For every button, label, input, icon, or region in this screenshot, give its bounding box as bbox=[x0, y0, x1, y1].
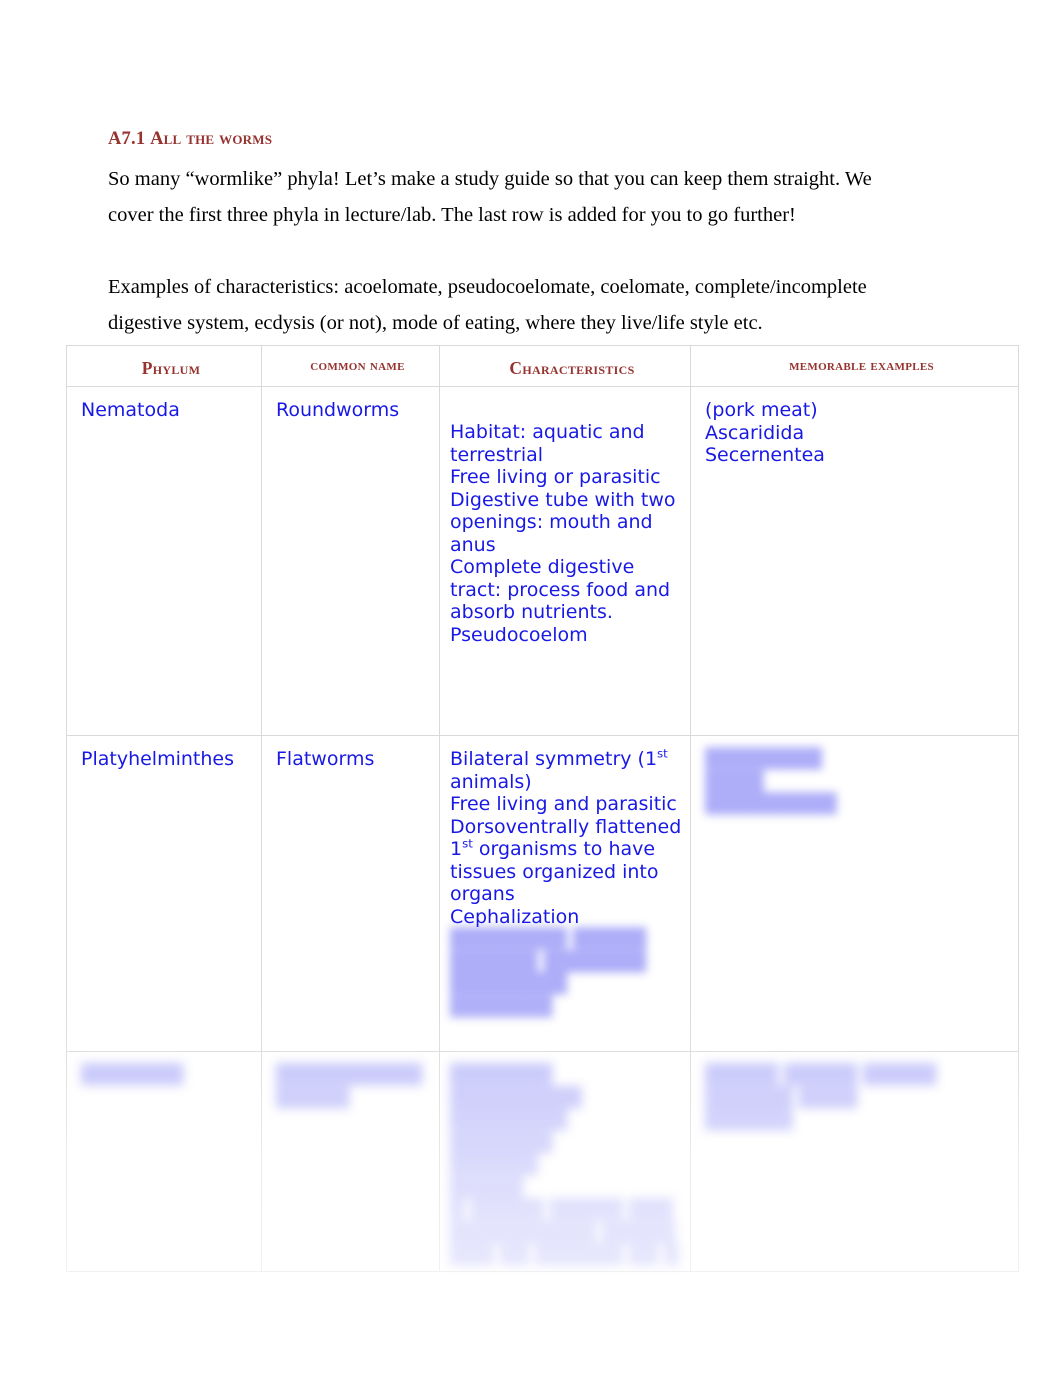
cell-characteristics: Bilateral symmetry (1st animals) Free li… bbox=[439, 735, 691, 1052]
heading-title: All the worms bbox=[150, 129, 273, 149]
cell-phylum: Platyhelminthes bbox=[66, 735, 262, 1052]
examples-list: ████████ ████ █████████ bbox=[691, 736, 1018, 820]
common-name-value: Flatworms bbox=[276, 748, 375, 770]
column-header-memorable-examples: memorable examples bbox=[789, 358, 934, 374]
leading-spacer bbox=[450, 399, 686, 421]
table-row: Nematoda Roundworms Habitat: aquatic and… bbox=[66, 386, 1019, 736]
characteristics-list-obscured: ███████ █████████ ████████ ███████ █████… bbox=[440, 1052, 690, 1271]
characteristic-line: Bilateral symmetry (1st animals) bbox=[450, 746, 668, 793]
cell-common-name: Roundworms bbox=[261, 386, 440, 736]
obscured-line: █████ bbox=[276, 1086, 350, 1109]
obscured-line: █ █████ █████ ███ bbox=[450, 1199, 673, 1221]
characteristic-line: Free living and parasitic bbox=[450, 793, 677, 815]
column-header-phylum: Phylum bbox=[141, 358, 201, 378]
characteristic-line: Habitat: aquatic and terrestrial bbox=[450, 421, 645, 466]
characteristics-list: Habitat: aquatic and terrestrial Free li… bbox=[440, 387, 690, 650]
examples-list: (pork meat) Ascaridida Secernentea bbox=[691, 387, 1018, 471]
characteristic-line: Pseudocoelom bbox=[450, 623, 588, 646]
phylum-value: Platyhelminthes bbox=[81, 748, 234, 770]
common-name-value: Roundworms bbox=[276, 399, 400, 421]
table-row: ███████ ██████████ █████ ███████ ███████… bbox=[66, 1051, 1019, 1272]
obscured-line: █████ █████ █████ bbox=[705, 1064, 937, 1086]
common-name-value-obscured: ██████████ █████ bbox=[262, 1052, 439, 1113]
obscured-line: ████ bbox=[705, 770, 764, 793]
characteristic-line: Complete digestive tract: process food a… bbox=[450, 556, 671, 623]
obscured-line: ██████████ █████ bbox=[450, 1221, 676, 1244]
obscured-text-block: ████████ █████ ██████ ███████ ████████ █… bbox=[450, 928, 686, 1018]
example-line: Secernentea bbox=[705, 444, 825, 466]
obscured-line: ██████ ████ bbox=[705, 1086, 858, 1109]
header-cell-memorable-examples: memorable examples bbox=[690, 345, 1019, 387]
obscured-line: ██████ bbox=[450, 1154, 538, 1176]
obscured-line: ████████ bbox=[450, 973, 567, 995]
cell-characteristics: ███████ █████████ ████████ ███████ █████… bbox=[439, 1051, 691, 1272]
obscured-line: ███████ bbox=[450, 995, 553, 1018]
obscured-line: ██████ bbox=[705, 1109, 793, 1131]
cell-memorable-examples: ████████ ████ █████████ bbox=[690, 735, 1019, 1052]
characteristic-line: Dorsoventrally flattened bbox=[450, 815, 682, 838]
phylum-value: Nematoda bbox=[81, 399, 180, 421]
cell-phylum: Nematoda bbox=[66, 386, 262, 736]
header-cell-characteristics: Characteristics bbox=[439, 345, 691, 387]
cell-common-name: ██████████ █████ bbox=[261, 1051, 440, 1272]
header-cell-phylum: Phylum bbox=[66, 345, 262, 387]
obscured-line: ████████ bbox=[450, 1109, 567, 1131]
obscured-line: ████████ bbox=[705, 748, 822, 770]
table-row: Platyhelminthes Flatworms Bilateral symm… bbox=[66, 735, 1019, 1052]
obscured-line: █████████ bbox=[705, 793, 837, 815]
obscured-text-block: ████████ ████ █████████ bbox=[705, 748, 1014, 816]
obscured-line: ████████ █████ bbox=[450, 928, 646, 950]
example-line: (pork meat) bbox=[705, 399, 818, 421]
obscured-line: ███ ██ ██████ ██ █ bbox=[450, 1244, 679, 1266]
heading-number: A7.1 bbox=[108, 129, 146, 149]
column-header-characteristics: Characteristics bbox=[509, 358, 635, 378]
document-page: A7.1 All the worms So many “wormlike” ph… bbox=[0, 0, 1062, 1377]
column-header-common-name: common name bbox=[310, 358, 405, 374]
obscured-line: ███████ █████████ bbox=[450, 1064, 582, 1109]
cell-memorable-examples: (pork meat) Ascaridida Secernentea bbox=[690, 386, 1019, 736]
characteristic-line: Free living or parasitic bbox=[450, 466, 661, 488]
header-cell-common-name: common name bbox=[261, 345, 440, 387]
cell-memorable-examples: █████ █████ █████ ██████ ████ ██████ bbox=[690, 1051, 1019, 1272]
phylum-value-obscured: ███████ bbox=[81, 1064, 184, 1086]
example-line: Ascaridida bbox=[705, 421, 805, 444]
examples-list-obscured: █████ █████ █████ ██████ ████ ██████ bbox=[691, 1052, 1018, 1136]
characteristic-line: Cephalization bbox=[450, 905, 580, 928]
obscured-line: ███████ bbox=[450, 1131, 553, 1154]
cell-common-name: Flatworms bbox=[261, 735, 440, 1052]
obscured-line: ██████ ███████ bbox=[450, 950, 646, 973]
cell-characteristics: Habitat: aquatic and terrestrial Free li… bbox=[439, 386, 691, 736]
obscured-line: █████ bbox=[450, 1176, 524, 1199]
table-header-row: Phylum common name Characteristics memor… bbox=[66, 345, 1019, 387]
worm-phyla-table: Phylum common name Characteristics memor… bbox=[66, 345, 1019, 1272]
intro-paragraph: So many “wormlike” phyla! Let’s make a s… bbox=[108, 168, 872, 226]
page-title: A7.1 All the worms bbox=[108, 129, 272, 150]
cell-phylum: ███████ bbox=[66, 1051, 262, 1272]
characteristics-list: Bilateral symmetry (1st animals) Free li… bbox=[440, 736, 690, 1022]
characteristic-line: 1st organisms to have tissues organized … bbox=[450, 836, 659, 905]
characteristic-line: Digestive tube with two openings: mouth … bbox=[450, 488, 676, 556]
examples-paragraph: Examples of characteristics: acoelomate,… bbox=[108, 276, 867, 334]
obscured-line: ██████████ bbox=[276, 1064, 423, 1086]
